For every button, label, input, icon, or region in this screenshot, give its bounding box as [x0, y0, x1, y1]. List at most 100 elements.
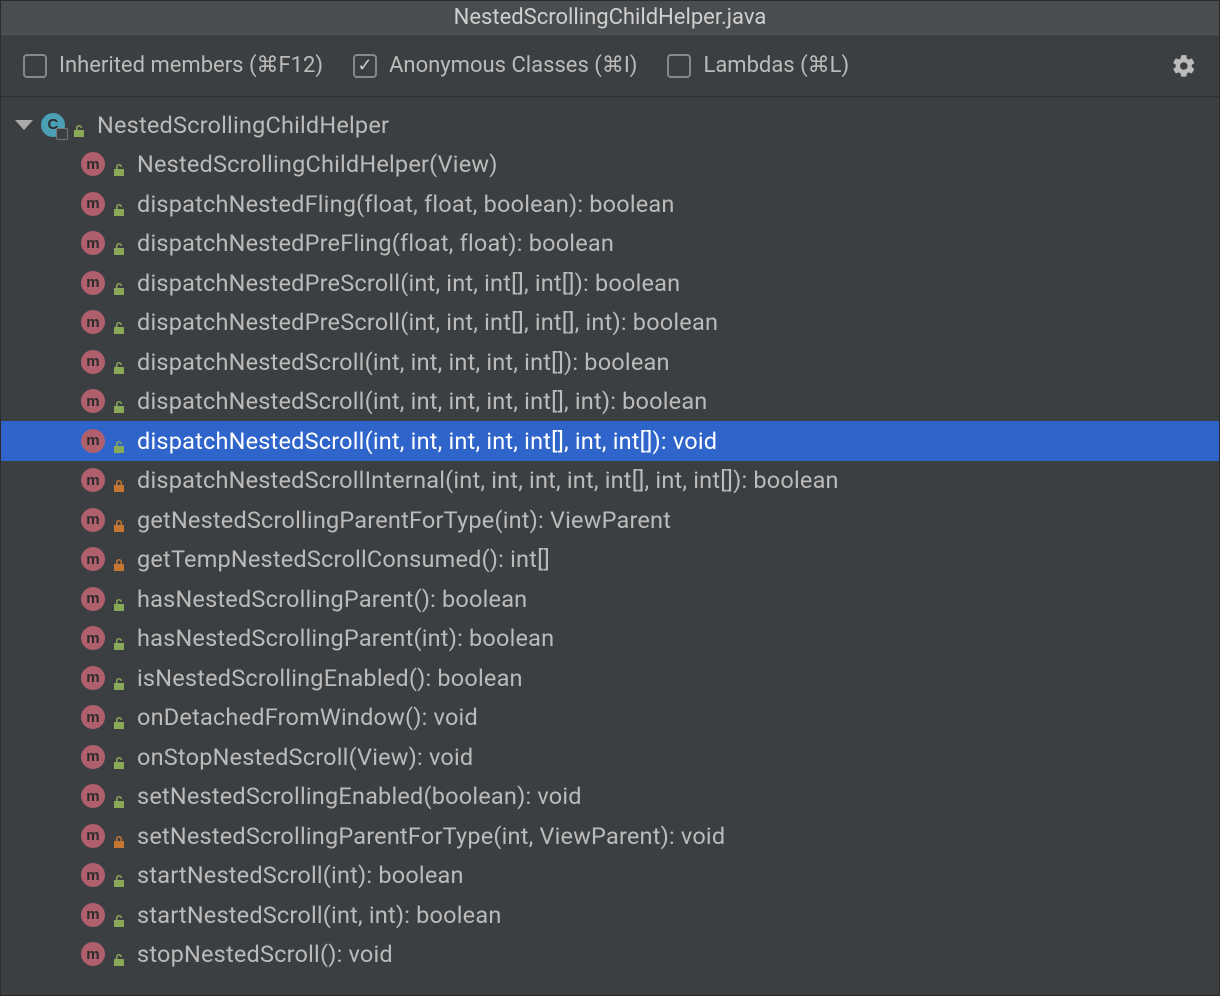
method-icon: m	[81, 705, 105, 729]
unlocked-icon	[111, 907, 127, 923]
filter-lambdas[interactable]: Lambdas (⌘L)	[667, 53, 849, 78]
unlocked-icon	[111, 314, 127, 330]
member-row[interactable]: m NestedScrollingChildHelper(View)	[1, 145, 1219, 185]
method-icon: m	[81, 271, 105, 295]
member-row[interactable]: msetNestedScrollingParentForType(int, Vi…	[1, 816, 1219, 856]
method-icon: m	[81, 429, 105, 453]
unlocked-icon	[111, 946, 127, 962]
member-label: dispatchNestedPreScroll(int, int, int[],…	[137, 308, 718, 336]
unlocked-icon	[111, 749, 127, 765]
checkbox-icon	[667, 54, 691, 78]
settings-button[interactable]	[1171, 53, 1197, 79]
unlocked-icon	[111, 709, 127, 725]
member-label: startNestedScroll(int): boolean	[137, 861, 464, 889]
unlocked-icon	[111, 235, 127, 251]
unlocked-icon	[111, 788, 127, 804]
member-label: startNestedScroll(int, int): boolean	[137, 901, 502, 929]
member-row[interactable]: m startNestedScroll(int, int): boolean	[1, 895, 1219, 935]
member-row[interactable]: m dispatchNestedScroll(int, int, int, int…	[1, 421, 1219, 461]
member-label: onDetachedFromWindow(): void	[137, 703, 478, 731]
member-label: getNestedScrollingParentForType(int): Vi…	[137, 506, 671, 534]
member-row[interactable]: m isNestedScrollingEnabled(): boolean	[1, 658, 1219, 698]
unlocked-icon	[111, 196, 127, 212]
structure-popup: NestedScrollingChildHelper.java Inherite…	[0, 0, 1220, 996]
member-row[interactable]: mdispatchNestedPreScroll(int, int, int[]…	[1, 303, 1219, 343]
member-row[interactable]: m getTempNestedScrollConsumed(): int[]	[1, 540, 1219, 580]
member-row[interactable]: m dispatchNestedPreScroll(int, int, int[]…	[1, 263, 1219, 303]
member-label: dispatchNestedPreFling(float, float): bo…	[137, 229, 614, 257]
member-label: dispatchNestedScroll(int, int, int, int,…	[137, 427, 717, 455]
member-label: dispatchNestedScroll(int, int, int, int,…	[137, 387, 707, 415]
filter-anonymous-classes[interactable]: Anonymous Classes (⌘I)	[353, 53, 637, 78]
locked-icon	[111, 828, 127, 844]
method-icon: m	[81, 942, 105, 966]
member-label: setNestedScrollingParentForType(int, Vie…	[137, 822, 725, 850]
member-row[interactable]: m dispatchNestedScroll(int, int, int, int…	[1, 382, 1219, 422]
unlocked-icon	[111, 591, 127, 607]
unlocked-icon	[111, 275, 127, 291]
method-icon: m	[81, 903, 105, 927]
method-icon: m	[81, 152, 105, 176]
class-icon: C	[41, 113, 65, 137]
method-icon: m	[81, 468, 105, 492]
filter-toolbar: Inherited members (⌘F12) Anonymous Class…	[1, 35, 1219, 97]
member-row[interactable]: m dispatchNestedPreFling(float, float): b…	[1, 224, 1219, 264]
member-row[interactable]: m getNestedScrollingParentForType(int): V…	[1, 500, 1219, 540]
method-icon: m	[81, 626, 105, 650]
member-label: getTempNestedScrollConsumed(): int[]	[137, 545, 550, 573]
member-row[interactable]: m onStopNestedScroll(View): void	[1, 737, 1219, 777]
method-icon: m	[81, 350, 105, 374]
filter-label: Lambdas (⌘L)	[703, 53, 849, 78]
member-label: dispatchNestedPreScroll(int, int, int[],…	[137, 269, 680, 297]
member-label: stopNestedScroll(): void	[137, 940, 393, 968]
member-row[interactable]: m setNestedScrollingEnabled(boolean): voi…	[1, 777, 1219, 817]
method-icon: m	[81, 547, 105, 571]
filter-label: Anonymous Classes (⌘I)	[389, 53, 637, 78]
member-row[interactable]: m hasNestedScrollingParent(int): boolean	[1, 619, 1219, 659]
member-row[interactable]: m dispatchNestedScroll(int, int, int, int…	[1, 342, 1219, 382]
unlocked-icon	[111, 393, 127, 409]
member-label: isNestedScrollingEnabled(): boolean	[137, 664, 523, 692]
member-row[interactable]: m startNestedScroll(int): boolean	[1, 856, 1219, 896]
member-label: dispatchNestedScroll(int, int, int, int,…	[137, 348, 670, 376]
member-row[interactable]: mdispatchNestedFling(float, float, boole…	[1, 184, 1219, 224]
method-icon: m	[81, 745, 105, 769]
member-label: setNestedScrollingEnabled(boolean): void	[137, 782, 582, 810]
method-icon: m	[81, 389, 105, 413]
unlocked-icon	[71, 117, 87, 133]
member-label: onStopNestedScroll(View): void	[137, 743, 473, 771]
method-icon: m	[81, 784, 105, 808]
method-icon: m	[81, 666, 105, 690]
member-row[interactable]: m onDetachedFromWindow(): void	[1, 698, 1219, 738]
locked-icon	[111, 472, 127, 488]
member-row[interactable]: mhasNestedScrollingParent(): boolean	[1, 579, 1219, 619]
unlocked-icon	[111, 433, 127, 449]
unlocked-icon	[111, 630, 127, 646]
class-name: NestedScrollingChildHelper	[97, 111, 389, 139]
locked-icon	[111, 551, 127, 567]
structure-tree[interactable]: C NestedScrollingChildHelper m NestedScro…	[1, 97, 1219, 995]
chevron-down-icon	[15, 120, 33, 130]
gear-icon	[1171, 53, 1197, 79]
filter-label: Inherited members (⌘F12)	[59, 53, 323, 78]
method-icon: m	[81, 231, 105, 255]
method-icon: m	[81, 587, 105, 611]
member-row[interactable]: m dispatchNestedScrollInternal(int, int, …	[1, 461, 1219, 501]
titlebar: NestedScrollingChildHelper.java	[1, 1, 1219, 35]
unlocked-icon	[111, 670, 127, 686]
filter-inherited-members[interactable]: Inherited members (⌘F12)	[23, 53, 323, 78]
window-title: NestedScrollingChildHelper.java	[454, 5, 767, 30]
member-row[interactable]: m stopNestedScroll(): void	[1, 935, 1219, 975]
member-label: hasNestedScrollingParent(int): boolean	[137, 624, 554, 652]
member-label: dispatchNestedScrollInternal(int, int, i…	[137, 466, 839, 494]
method-icon: m	[81, 192, 105, 216]
unlocked-icon	[111, 354, 127, 370]
checkbox-icon	[23, 54, 47, 78]
class-node[interactable]: C NestedScrollingChildHelper	[1, 105, 1219, 145]
method-icon: m	[81, 508, 105, 532]
method-icon: m	[81, 863, 105, 887]
unlocked-icon	[111, 867, 127, 883]
member-label: NestedScrollingChildHelper(View)	[137, 150, 498, 178]
checkbox-icon	[353, 54, 377, 78]
unlocked-icon	[111, 156, 127, 172]
